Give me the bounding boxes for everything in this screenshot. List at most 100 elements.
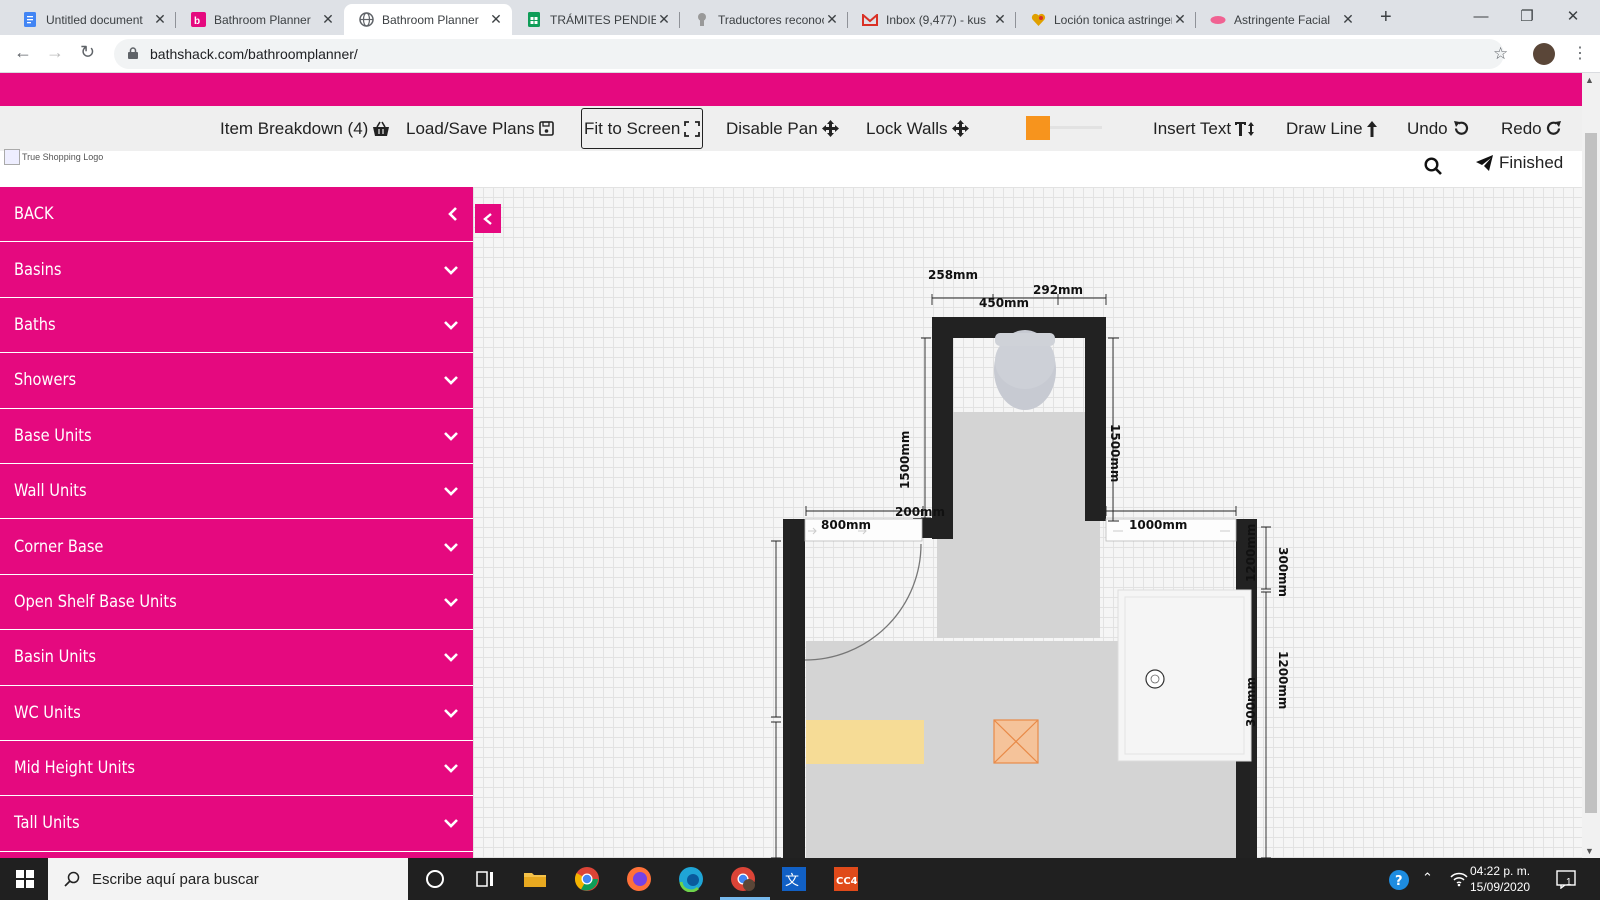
move-arrows-icon [951, 120, 969, 137]
close-window-button[interactable]: ✕ [1550, 2, 1596, 32]
sidebar-item-label: Mid Height Units [14, 758, 135, 779]
site-logo[interactable]: True Shopping Logo [4, 149, 103, 165]
sidebar-item-wall-units[interactable]: Wall Units [0, 464, 473, 520]
undo-button[interactable]: Undo [1407, 106, 1469, 151]
chrome-icon[interactable] [574, 866, 600, 892]
insert-text-label: Insert Text [1153, 118, 1232, 138]
file-explorer-icon[interactable] [522, 866, 548, 892]
app-tiles-icon[interactable]: 文 [781, 866, 807, 892]
close-tab-icon[interactable]: ✕ [1340, 11, 1356, 28]
undo-label: Undo [1407, 118, 1448, 138]
drain-box[interactable] [993, 719, 1039, 764]
heart-icon [1030, 12, 1046, 28]
sidebar-item-showers[interactable]: Showers [0, 353, 473, 409]
url-bar[interactable]: bathshack.com/bathroomplanner/ [114, 39, 1504, 69]
browser-tab-active[interactable]: Bathroom Planner ✕ [344, 4, 512, 35]
close-tab-icon[interactable]: ✕ [1172, 11, 1188, 28]
browser-tab[interactable]: Inbox (9,477) - kus ✕ [848, 4, 1016, 35]
scroll-down-arrow-icon[interactable]: ▼ [1585, 846, 1594, 856]
shower-tray[interactable] [1117, 589, 1252, 762]
load-save-label: Load/Save Plans [406, 118, 535, 138]
task-view-icon[interactable] [472, 866, 498, 892]
windows-start-icon[interactable] [16, 870, 34, 893]
chrome-profile-icon[interactable] [730, 866, 756, 892]
close-tab-icon[interactable]: ✕ [152, 11, 168, 28]
collapse-sidebar-button[interactable] [475, 204, 501, 233]
base-unit[interactable] [806, 720, 924, 764]
zoom-slider-handle[interactable] [1026, 116, 1050, 140]
browser-tab[interactable]: TRÁMITES PENDIENTES ✕ [512, 4, 680, 35]
minimize-button[interactable]: — [1458, 2, 1504, 32]
system-clock[interactable]: 04:22 p. m. 15/09/2020 [1470, 863, 1530, 895]
forward-arrow-icon[interactable]: → [46, 42, 64, 63]
sidebar-item-base-units[interactable]: Base Units [0, 409, 473, 464]
browser-tab[interactable]: Untitled document ✕ [8, 4, 176, 35]
reload-icon[interactable]: ↻ [80, 42, 95, 63]
lock-walls-button[interactable]: Lock Walls [866, 106, 969, 151]
help-icon[interactable]: ? [1388, 869, 1410, 900]
insert-text-button[interactable]: Insert Text [1153, 106, 1255, 151]
wc-toilet[interactable] [994, 330, 1056, 410]
back-arrow-icon[interactable]: ← [14, 42, 32, 63]
scroll-up-arrow-icon[interactable]: ▲ [1585, 75, 1594, 85]
finished-button[interactable]: Finished [1476, 153, 1563, 173]
edge-icon[interactable] [678, 866, 704, 893]
draw-line-button[interactable]: Draw Line [1286, 106, 1377, 151]
chevron-down-icon [444, 764, 458, 773]
scrollbar-thumb[interactable] [1585, 133, 1597, 813]
redo-label: Redo [1501, 118, 1542, 138]
dim-label-top-left: 258mm [928, 268, 978, 282]
dim-label-top-mid: 450mm [979, 296, 1029, 310]
close-tab-icon[interactable]: ✕ [320, 11, 336, 28]
sidebar-item-mid-height-units[interactable]: Mid Height Units [0, 741, 473, 797]
bookmark-star-icon[interactable]: ☆ [1493, 44, 1508, 64]
disable-pan-button[interactable]: Disable Pan [726, 106, 839, 151]
expand-icon [684, 120, 701, 137]
sidebar-item-tall-units[interactable]: Tall Units [0, 796, 473, 852]
sidebar-item-corner-base[interactable]: Corner Base [0, 519, 473, 575]
browser-tab-strip: Untitled document ✕ b Bathroom Planner ✕… [0, 0, 1600, 35]
search-icon[interactable] [1424, 157, 1442, 180]
sidebar-item-label: Tall Units [14, 813, 80, 834]
browser-menu-icon[interactable]: ⋮ [1572, 43, 1588, 63]
chevron-down-icon [444, 598, 458, 607]
close-tab-icon[interactable]: ✕ [992, 11, 1008, 28]
close-tab-icon[interactable]: ✕ [488, 11, 504, 28]
door[interactable] [804, 518, 923, 661]
wifi-icon[interactable] [1450, 871, 1468, 900]
item-breakdown-button[interactable]: Item Breakdown (4) [220, 106, 390, 151]
tray-chevron-up-icon[interactable]: ⌃ [1422, 870, 1433, 900]
svg-text:?: ? [1395, 874, 1403, 889]
docs-icon [22, 12, 38, 28]
restore-button[interactable]: ❐ [1504, 2, 1550, 32]
zoom-slider[interactable] [1026, 116, 1102, 140]
cortana-icon[interactable] [422, 866, 448, 892]
cc4-app-icon[interactable]: CC4 [833, 866, 859, 892]
sidebar-item-label: Base Units [14, 425, 92, 446]
sidebar-item-baths[interactable]: Baths [0, 298, 473, 354]
browser-tab[interactable]: Loción tonica astringente ✕ [1016, 4, 1196, 35]
close-tab-icon[interactable]: ✕ [824, 11, 840, 28]
notifications-icon[interactable]: 1 [1556, 869, 1576, 900]
sidebar-item-back[interactable]: BACK [0, 187, 473, 243]
close-tab-icon[interactable]: ✕ [656, 11, 672, 28]
sidebar-item-open-shelf-base-units[interactable]: Open Shelf Base Units [0, 575, 473, 631]
new-tab-button[interactable]: + [1380, 6, 1392, 29]
browser-tab[interactable]: b Bathroom Planner ✕ [176, 4, 344, 35]
load-save-plans-button[interactable]: Load/Save Plans [406, 106, 554, 151]
sidebar-item-basins[interactable]: Basins [0, 242, 473, 298]
taskbar-search-box[interactable]: Escribe aquí para buscar [48, 858, 408, 900]
sidebar-item-basin-units[interactable]: Basin Units [0, 630, 473, 686]
floor-plan-canvas[interactable]: 258mm 450mm 292mm 1500mm 1500mm 200mm 80… [473, 187, 1582, 858]
profile-avatar[interactable] [1533, 43, 1555, 65]
browser-tab[interactable]: Traductores reconocidos ✕ [680, 4, 848, 35]
firefox-icon[interactable] [626, 866, 652, 892]
browser-tab[interactable]: Astringente Facial ✕ [1196, 4, 1364, 35]
sidebar-item-wc-units[interactable]: WC Units [0, 686, 473, 741]
page-scrollbar[interactable]: ▲ ▼ [1582, 73, 1600, 858]
clock-time: 04:22 p. m. [1470, 864, 1531, 878]
dim-label-left-lower: 1200mm [1244, 524, 1258, 582]
fit-to-screen-button[interactable]: Fit to Screen [581, 108, 704, 149]
dim-label-opening: 1000mm [1129, 518, 1187, 532]
redo-button[interactable]: Redo [1501, 106, 1563, 151]
